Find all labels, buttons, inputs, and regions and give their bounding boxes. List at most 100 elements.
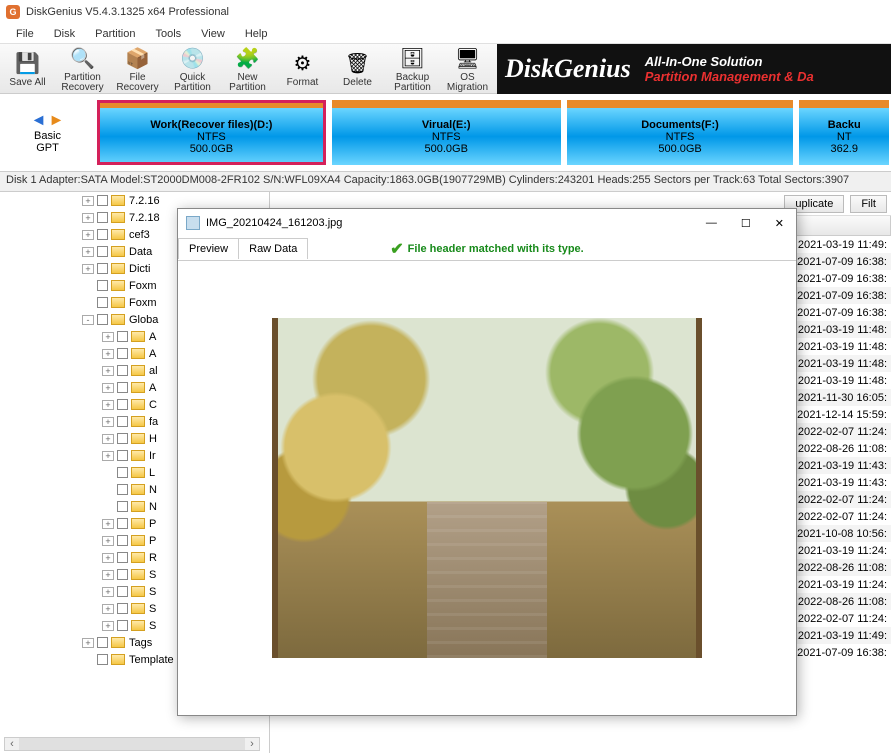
- toolbar-save-all[interactable]: 💾Save All: [0, 45, 55, 93]
- checkbox[interactable]: [117, 399, 128, 410]
- expand-icon[interactable]: +: [102, 366, 114, 376]
- format-icon: ⚙: [289, 50, 317, 78]
- expand-icon[interactable]: +: [102, 349, 114, 359]
- menu-disk[interactable]: Disk: [44, 26, 85, 42]
- checkbox[interactable]: [97, 314, 108, 325]
- toolbar-os-migration[interactable]: 🖥OS Migration: [440, 45, 495, 93]
- toolbar-file-recovery[interactable]: 📦FileRecovery: [110, 45, 165, 93]
- folder-icon: [131, 382, 145, 393]
- expand-icon[interactable]: +: [82, 213, 94, 223]
- checkbox[interactable]: [97, 263, 108, 274]
- expand-icon[interactable]: -: [82, 315, 94, 325]
- scroll-left-icon[interactable]: ‹: [5, 738, 19, 750]
- expand-icon[interactable]: +: [102, 332, 114, 342]
- checkbox[interactable]: [97, 654, 108, 665]
- minimize-button[interactable]: —: [702, 217, 721, 230]
- checkbox[interactable]: [117, 416, 128, 427]
- folder-icon: [111, 297, 125, 308]
- expand-icon[interactable]: +: [102, 536, 114, 546]
- arrow-left-icon[interactable]: ◄: [31, 112, 47, 130]
- checkbox[interactable]: [117, 433, 128, 444]
- partition-work-recover-files--d--[interactable]: Work(Recover files)(D:)NTFS500.0GB: [97, 100, 326, 165]
- scrollbar-track[interactable]: [19, 738, 245, 750]
- new-icon: 🧩: [234, 45, 262, 73]
- checkbox[interactable]: [97, 212, 108, 223]
- checkbox[interactable]: [117, 535, 128, 546]
- folder-icon: [111, 229, 125, 240]
- expand-icon[interactable]: +: [102, 519, 114, 529]
- checkbox[interactable]: [117, 586, 128, 597]
- disk-info-line: Disk 1 Adapter:SATA Model:ST2000DM008-2F…: [0, 172, 891, 192]
- preview-body: [178, 261, 796, 715]
- expand-icon[interactable]: +: [102, 383, 114, 393]
- expand-icon[interactable]: +: [102, 417, 114, 427]
- filter-button[interactable]: Filt: [850, 195, 887, 213]
- checkbox[interactable]: [97, 229, 108, 240]
- toolbar-delete[interactable]: 🗑Delete: [330, 45, 385, 93]
- expand-icon[interactable]: +: [102, 570, 114, 580]
- folder-icon: [131, 586, 145, 597]
- folder-icon: [111, 246, 125, 257]
- expand-icon[interactable]: +: [102, 434, 114, 444]
- expand-icon[interactable]: +: [82, 247, 94, 257]
- expand-icon[interactable]: +: [102, 451, 114, 461]
- toolbar-quick-partition[interactable]: 💿QuickPartition: [165, 45, 220, 93]
- checkbox[interactable]: [117, 348, 128, 359]
- partition-backu[interactable]: BackuNT362.9: [799, 100, 889, 165]
- checkbox[interactable]: [117, 382, 128, 393]
- checkbox[interactable]: [117, 518, 128, 529]
- tree-h-scrollbar[interactable]: ‹ ›: [4, 737, 260, 751]
- disk-nav-arrows[interactable]: ◄ ►: [31, 112, 65, 130]
- tab-raw-data[interactable]: Raw Data: [239, 238, 308, 259]
- toolbar-partition-recovery[interactable]: 🔍PartitionRecovery: [55, 45, 110, 93]
- folder-icon: [131, 552, 145, 563]
- checkbox[interactable]: [97, 195, 108, 206]
- toolbar-new-partition[interactable]: 🧩NewPartition: [220, 45, 275, 93]
- checkbox[interactable]: [117, 484, 128, 495]
- checkbox[interactable]: [117, 552, 128, 563]
- expand-icon[interactable]: +: [102, 587, 114, 597]
- preview-titlebar[interactable]: IMG_20210424_161203.jpg — ☐ ✕: [178, 209, 796, 237]
- menu-file[interactable]: File: [6, 26, 44, 42]
- menu-tools[interactable]: Tools: [145, 26, 191, 42]
- expand-icon[interactable]: +: [102, 553, 114, 563]
- expand-icon[interactable]: +: [82, 638, 94, 648]
- toolbar-backup-partition[interactable]: 🗄BackupPartition: [385, 45, 440, 93]
- checkbox[interactable]: [117, 620, 128, 631]
- tab-preview[interactable]: Preview: [178, 238, 239, 259]
- menu-partition[interactable]: Partition: [85, 26, 145, 42]
- scroll-right-icon[interactable]: ›: [245, 738, 259, 750]
- tree-node[interactable]: +7.2.16: [4, 192, 269, 209]
- close-button[interactable]: ✕: [771, 217, 788, 230]
- checkbox[interactable]: [117, 603, 128, 614]
- folder-icon: [131, 535, 145, 546]
- checkbox[interactable]: [97, 246, 108, 257]
- app-logo-icon: G: [6, 5, 20, 19]
- checkbox[interactable]: [117, 450, 128, 461]
- checkbox[interactable]: [117, 365, 128, 376]
- maximize-button[interactable]: ☐: [737, 217, 755, 230]
- checkbox[interactable]: [117, 331, 128, 342]
- expand-icon[interactable]: +: [102, 604, 114, 614]
- checkbox[interactable]: [97, 637, 108, 648]
- arrow-right-icon[interactable]: ►: [49, 112, 65, 130]
- checkbox[interactable]: [97, 280, 108, 291]
- checkbox[interactable]: [117, 467, 128, 478]
- partition-virual-e--[interactable]: Virual(E:)NTFS500.0GB: [332, 100, 561, 165]
- folder-icon: [131, 467, 145, 478]
- expand-icon[interactable]: +: [102, 621, 114, 631]
- expand-icon[interactable]: +: [82, 196, 94, 206]
- menu-view[interactable]: View: [191, 26, 235, 42]
- expand-icon[interactable]: +: [102, 400, 114, 410]
- toolbar-format[interactable]: ⚙Format: [275, 45, 330, 93]
- expand-icon[interactable]: +: [82, 264, 94, 274]
- checkbox[interactable]: [117, 569, 128, 580]
- partition-documents-f--[interactable]: Documents(F:)NTFS500.0GB: [567, 100, 794, 165]
- partition-icon: 🔍: [69, 45, 97, 73]
- checkbox[interactable]: [117, 501, 128, 512]
- folder-icon: [111, 314, 125, 325]
- checkbox[interactable]: [97, 297, 108, 308]
- delete-icon: 🗑: [344, 50, 372, 78]
- expand-icon[interactable]: +: [82, 230, 94, 240]
- menu-help[interactable]: Help: [235, 26, 278, 42]
